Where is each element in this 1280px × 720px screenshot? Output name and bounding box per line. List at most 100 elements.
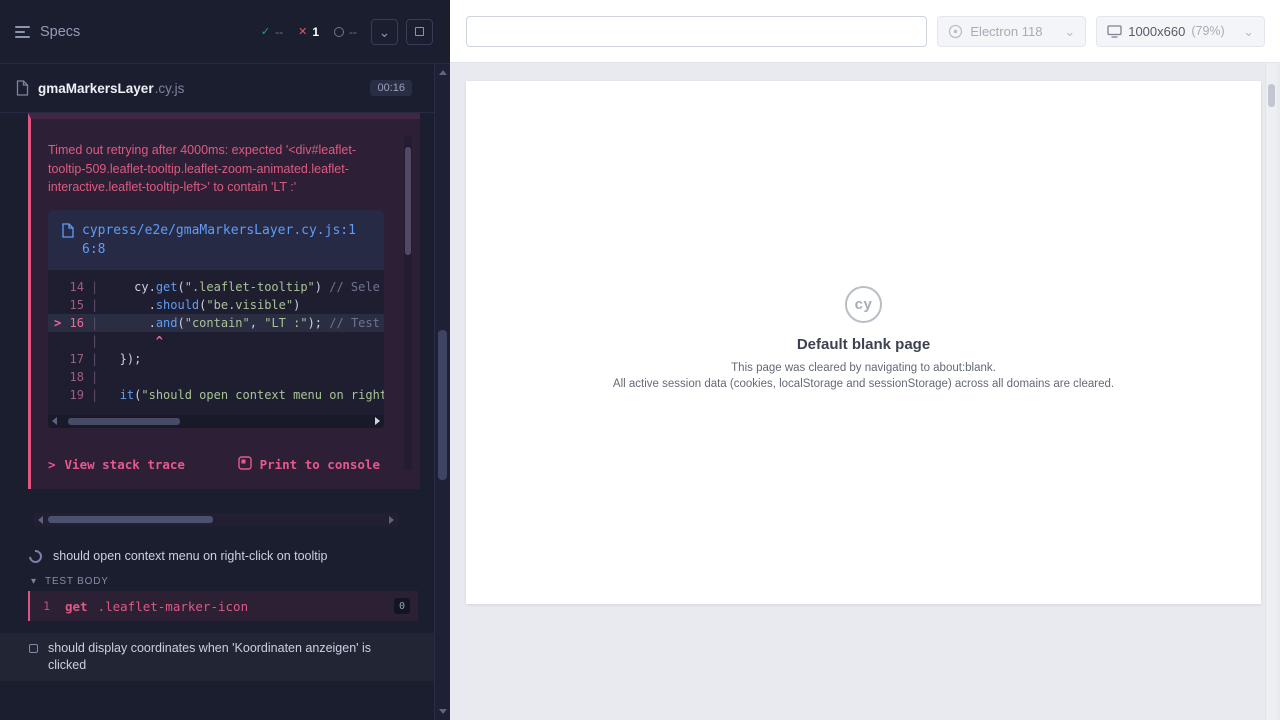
viewport-scale: (79%) <box>1191 24 1224 38</box>
spec-header: gmaMarkersLayer .cy.js 00:16 <box>0 64 434 113</box>
spec-name[interactable]: gmaMarkersLayer <box>38 81 154 96</box>
line-number: 17 <box>48 350 84 368</box>
cross-icon: ✕ <box>298 25 307 38</box>
running-spinner-icon <box>26 547 44 565</box>
code-token: ) <box>315 280 329 294</box>
spec-extension: .cy.js <box>155 81 185 96</box>
view-stack-trace-link[interactable]: > View stack trace <box>48 457 185 472</box>
console-icon <box>238 456 252 473</box>
line-number: 18 <box>48 368 84 386</box>
code-token: . <box>105 316 156 330</box>
command-count-badge: 0 <box>394 598 410 614</box>
code-horizontal-scrollbar[interactable] <box>48 415 384 428</box>
print-to-console-button[interactable]: Print to console <box>238 456 380 473</box>
code-token: }); <box>105 352 141 366</box>
code-token: ".leaflet-tooltip" <box>185 280 315 294</box>
collapse-tests-button[interactable]: ⌄ <box>371 19 398 45</box>
code-text: .and("contain", "LT :"); // Test <box>105 314 380 332</box>
code-token: ( <box>178 316 185 330</box>
scrollbar-thumb[interactable] <box>48 516 213 523</box>
gutter-divider <box>84 278 105 296</box>
code-line: 19 it("should open context menu on right <box>48 386 384 404</box>
line-number: 16 <box>48 314 84 332</box>
viewport-selector[interactable]: 1000x660 (79%) ⌄ <box>1096 16 1265 47</box>
code-text: ^ <box>105 332 163 350</box>
code-line: 18 <box>48 368 384 386</box>
pending-count: -- <box>349 25 357 39</box>
test-title: should display coordinates when 'Koordin… <box>48 640 378 674</box>
scroll-right-arrow-icon[interactable] <box>389 516 394 524</box>
spec-duration-badge: 00:16 <box>370 80 412 96</box>
code-text: .should("be.visible") <box>105 296 300 314</box>
caret-icon: > <box>48 457 56 472</box>
code-token: it <box>120 388 134 402</box>
specs-menu-button[interactable]: Specs <box>15 24 80 40</box>
command-log-row[interactable]: 1 get .leaflet-marker-icon 0 <box>28 591 418 621</box>
code-token: ^ <box>105 334 163 348</box>
code-token: get <box>156 280 178 294</box>
test-error-region: Timed out retrying after 4000ms: expecte… <box>28 113 420 489</box>
code-line: 14 cy.get(".leaflet-tooltip") // Sele <box>48 278 384 296</box>
stack-trace-label: View stack trace <box>65 457 185 472</box>
gutter-divider <box>84 332 105 350</box>
command-method: get <box>65 599 88 614</box>
stop-icon <box>415 27 424 36</box>
specs-list-icon <box>15 26 30 38</box>
specs-label: Specs <box>40 24 80 40</box>
gutter-divider <box>84 386 105 404</box>
scrollbar-thumb[interactable] <box>438 330 447 480</box>
test-body-section-header[interactable]: ▾ TEST BODY <box>0 571 434 591</box>
error-actions: > View stack trace Print to console <box>48 456 382 473</box>
cypress-logo: cy <box>845 286 882 323</box>
stat-failed: ✕ 1 <box>298 25 319 39</box>
error-message[interactable]: Timed out retrying after 4000ms: expecte… <box>48 141 382 197</box>
code-token <box>105 388 119 402</box>
header-buttons: ⌄ <box>371 19 433 45</box>
error-vertical-scrollbar[interactable] <box>404 135 412 471</box>
address-bar-input[interactable] <box>466 16 927 47</box>
command-number: 1 <box>30 599 50 613</box>
code-token: cy. <box>105 280 156 294</box>
gutter-divider <box>84 350 105 368</box>
code-text: }); <box>105 350 141 368</box>
file-link[interactable]: cypress/e2e/gmaMarkersLayer.cy.js:16:8 <box>82 221 358 259</box>
test-item-queued[interactable]: should display coordinates when 'Koordin… <box>0 633 434 681</box>
code-line: 15 .should("be.visible") <box>48 296 384 314</box>
preview-scrollbar[interactable] <box>1265 63 1277 720</box>
gutter-divider <box>84 296 105 314</box>
line-number: 15 <box>48 296 84 314</box>
scroll-right-arrow-icon[interactable] <box>375 417 380 425</box>
test-body-label: TEST BODY <box>45 576 109 587</box>
code-line: 17 }); <box>48 350 384 368</box>
command-args: .leaflet-marker-icon <box>98 599 249 614</box>
app-preview-pane: Electron 118 ⌄ 1000x660 (79%) ⌄ cy Defau… <box>450 0 1280 720</box>
code-lines: 14 cy.get(".leaflet-tooltip") // Sele15 … <box>48 270 384 410</box>
viewport-size: 1000x660 <box>1128 24 1185 39</box>
code-frame-file-row[interactable]: cypress/e2e/gmaMarkersLayer.cy.js:16:8 <box>48 210 384 270</box>
scrollbar-thumb[interactable] <box>1268 84 1275 107</box>
scroll-left-arrow-icon[interactable] <box>38 516 43 524</box>
scroll-left-arrow-icon[interactable] <box>52 417 57 425</box>
test-item-active[interactable]: should open context menu on right-click … <box>0 544 434 568</box>
code-frame: cypress/e2e/gmaMarkersLayer.cy.js:16:8 1… <box>48 210 384 428</box>
stop-run-button[interactable] <box>406 19 433 45</box>
blank-page-heading: Default blank page <box>466 336 1261 353</box>
code-line: 16 .and("contain", "LT :"); // Test <box>48 314 384 332</box>
scrollbar-thumb[interactable] <box>68 418 180 425</box>
blank-page-message-2: All active session data (cookies, localS… <box>466 378 1261 390</box>
reporter-header: Specs ✓ -- ✕ 1 -- ⌄ <box>0 0 450 64</box>
error-horizontal-scrollbar[interactable] <box>34 513 398 526</box>
gutter-divider <box>84 368 105 386</box>
line-number: 14 <box>48 278 84 296</box>
check-icon: ✓ <box>261 25 270 38</box>
reporter-scrollbar[interactable] <box>434 64 450 720</box>
scroll-down-arrow-icon[interactable] <box>439 709 447 714</box>
scroll-up-arrow-icon[interactable] <box>439 70 447 75</box>
browser-label: Electron 118 <box>970 24 1042 39</box>
code-token: , <box>250 316 264 330</box>
chevron-down-icon: ▾ <box>31 576 36 587</box>
file-icon <box>62 223 74 238</box>
scrollbar-thumb[interactable] <box>405 147 411 255</box>
browser-selector[interactable]: Electron 118 ⌄ <box>937 16 1086 47</box>
code-text: it("should open context menu on right <box>105 386 384 404</box>
